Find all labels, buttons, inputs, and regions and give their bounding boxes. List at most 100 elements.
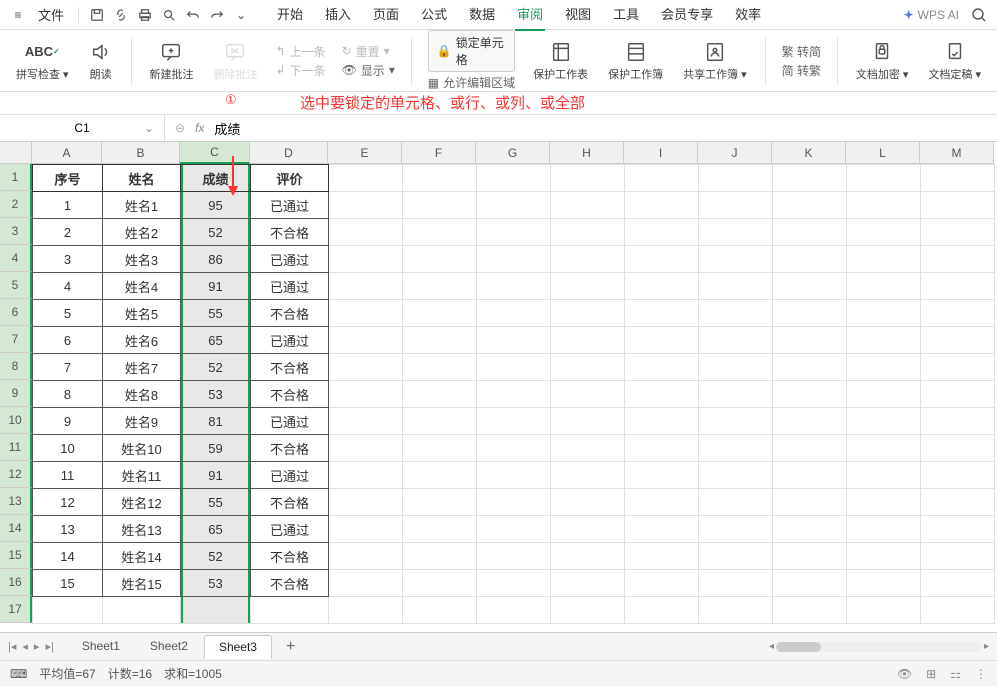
cell[interactable]	[699, 192, 773, 219]
cell[interactable]	[403, 165, 477, 192]
cell[interactable]	[403, 570, 477, 597]
cell[interactable]	[847, 435, 921, 462]
cell[interactable]	[625, 273, 699, 300]
cell[interactable]: 姓名1	[103, 192, 181, 219]
cell[interactable]: 姓名10	[103, 435, 181, 462]
lock-cell-button[interactable]: 🔒锁定单元格	[428, 30, 515, 72]
col-header-H[interactable]: H	[550, 142, 624, 164]
cell[interactable]	[477, 354, 551, 381]
chevron-down-icon[interactable]: ⌄	[144, 121, 154, 135]
cell[interactable]: 姓名8	[103, 381, 181, 408]
scroll-right-icon[interactable]: ▸	[984, 641, 989, 652]
cell[interactable]	[551, 273, 625, 300]
cell[interactable]	[551, 381, 625, 408]
name-box[interactable]: ⌄	[0, 115, 165, 141]
cell[interactable]: 81	[181, 408, 251, 435]
cell[interactable]	[403, 597, 477, 624]
cell[interactable]: 姓名13	[103, 516, 181, 543]
cell[interactable]: 已通过	[251, 408, 329, 435]
cell[interactable]	[921, 489, 995, 516]
cell[interactable]	[773, 327, 847, 354]
dropdown-icon[interactable]: ⌄	[231, 5, 251, 25]
cell[interactable]	[477, 570, 551, 597]
cell[interactable]	[477, 300, 551, 327]
cell[interactable]	[403, 219, 477, 246]
cell[interactable]	[773, 597, 847, 624]
next-comment-button[interactable]: ↲下一条	[275, 62, 325, 79]
tab-会员专享[interactable]: 会员专享	[659, 0, 715, 31]
fx-icon[interactable]: fx	[195, 121, 204, 135]
cell[interactable]	[329, 489, 403, 516]
redo-icon[interactable]	[207, 5, 227, 25]
cell[interactable]	[329, 192, 403, 219]
cell[interactable]	[625, 300, 699, 327]
cell[interactable]	[329, 435, 403, 462]
row-header-7[interactable]: 7	[0, 326, 32, 353]
cell[interactable]	[847, 354, 921, 381]
cell[interactable]	[625, 435, 699, 462]
cell[interactable]	[329, 165, 403, 192]
cell[interactable]: 6	[33, 327, 103, 354]
cell[interactable]	[403, 435, 477, 462]
cell[interactable]: 姓名6	[103, 327, 181, 354]
tab-开始[interactable]: 开始	[275, 0, 305, 31]
cell[interactable]	[403, 516, 477, 543]
col-header-M[interactable]: M	[920, 142, 994, 164]
cell[interactable]	[921, 381, 995, 408]
cell[interactable]	[403, 192, 477, 219]
cell[interactable]	[847, 327, 921, 354]
cell[interactable]: 姓名15	[103, 570, 181, 597]
cell[interactable]	[403, 408, 477, 435]
cell[interactable]: 59	[181, 435, 251, 462]
cell[interactable]	[329, 570, 403, 597]
col-header-J[interactable]: J	[698, 142, 772, 164]
cell[interactable]: 已通过	[251, 462, 329, 489]
cell[interactable]	[329, 300, 403, 327]
col-header-F[interactable]: F	[402, 142, 476, 164]
search-icon[interactable]	[969, 5, 989, 25]
row-header-4[interactable]: 4	[0, 245, 32, 272]
cell[interactable]	[773, 381, 847, 408]
cell[interactable]: 评价	[251, 165, 329, 192]
sheet-tab-Sheet1[interactable]: Sheet1	[68, 635, 134, 658]
row-header-3[interactable]: 3	[0, 218, 32, 245]
cell[interactable]: 姓名11	[103, 462, 181, 489]
cell[interactable]	[477, 462, 551, 489]
cell[interactable]: 15	[33, 570, 103, 597]
col-header-D[interactable]: D	[250, 142, 328, 164]
row-header-13[interactable]: 13	[0, 488, 32, 515]
doc-encrypt-button[interactable]: 文档加密 ▾	[850, 40, 915, 82]
cell[interactable]	[921, 192, 995, 219]
cell[interactable]	[477, 543, 551, 570]
preview-icon[interactable]	[159, 5, 179, 25]
link-icon[interactable]	[111, 5, 131, 25]
row-header-10[interactable]: 10	[0, 407, 32, 434]
cell[interactable]	[625, 327, 699, 354]
cell[interactable]	[403, 273, 477, 300]
cell[interactable]	[847, 381, 921, 408]
doc-final-button[interactable]: 文档定稿 ▾	[922, 40, 987, 82]
cell[interactable]	[477, 273, 551, 300]
sheet-tab-Sheet2[interactable]: Sheet2	[136, 635, 202, 658]
cell[interactable]	[625, 516, 699, 543]
cell[interactable]	[329, 597, 403, 624]
cell[interactable]	[699, 489, 773, 516]
cell[interactable]	[773, 300, 847, 327]
cell[interactable]	[477, 597, 551, 624]
cell[interactable]	[699, 462, 773, 489]
cell[interactable]	[403, 543, 477, 570]
cell[interactable]: 9	[33, 408, 103, 435]
cell[interactable]	[847, 489, 921, 516]
cell[interactable]	[699, 381, 773, 408]
cell[interactable]	[329, 354, 403, 381]
sheet-tab-Sheet3[interactable]: Sheet3	[204, 635, 272, 659]
row-header-2[interactable]: 2	[0, 191, 32, 218]
cell[interactable]	[551, 435, 625, 462]
undo-icon[interactable]	[183, 5, 203, 25]
cell[interactable]	[699, 570, 773, 597]
wps-ai-button[interactable]: ✦WPS AI	[904, 8, 959, 22]
cell[interactable]: 姓名	[103, 165, 181, 192]
cell[interactable]: 55	[181, 300, 251, 327]
col-header-B[interactable]: B	[102, 142, 180, 164]
cell[interactable]: 已通过	[251, 327, 329, 354]
